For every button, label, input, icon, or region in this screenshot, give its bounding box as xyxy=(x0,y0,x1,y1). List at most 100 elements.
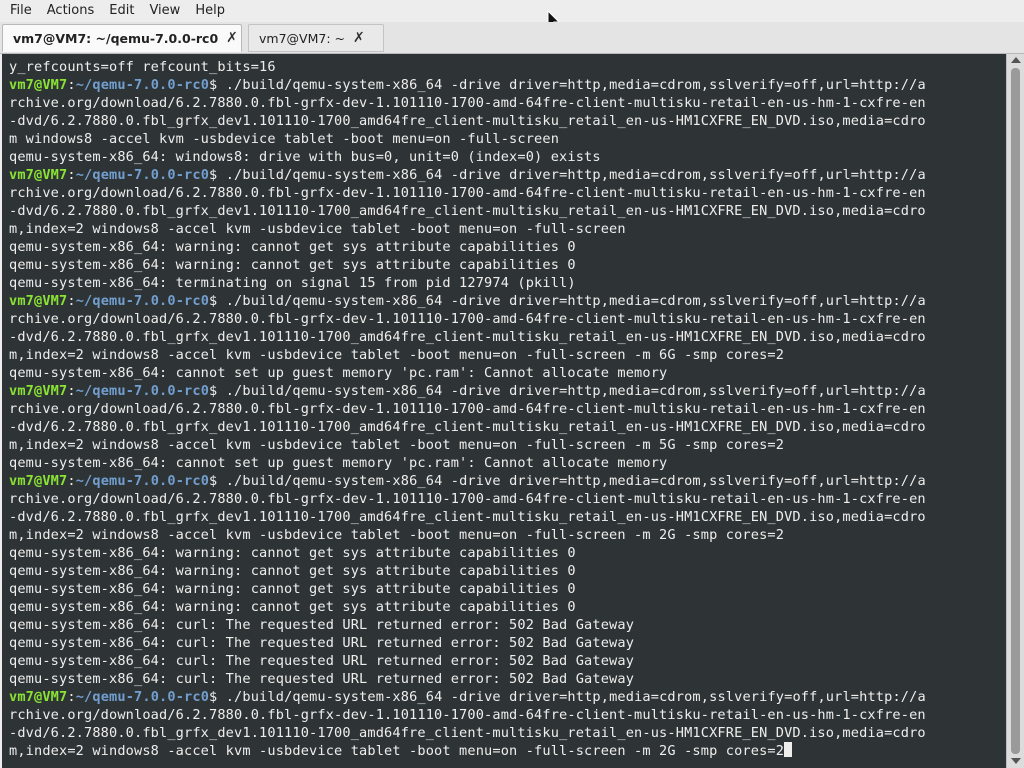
text-cursor xyxy=(784,742,793,757)
prompt-colon: : xyxy=(67,473,76,489)
prompt-dir: ~/qemu-7.0.0-rc0 xyxy=(75,689,210,705)
terminal-line: qemu-system-x86_64: terminating on signa… xyxy=(9,274,1006,292)
terminal-line: -dvd/6.2.7880.0.fbl_grfx_dev1.101110-170… xyxy=(9,328,1006,346)
close-icon[interactable]: ✗ xyxy=(226,30,238,46)
terminal-line: qemu-system-x86_64: windows8: drive with… xyxy=(9,148,1006,166)
terminal-line: qemu-system-x86_64: warning: cannot get … xyxy=(9,562,1006,580)
terminal-line: vm7@VM7:~/qemu-7.0.0-rc0$ ./build/qemu-s… xyxy=(9,472,1006,490)
menu-help[interactable]: Help xyxy=(187,0,232,22)
terminal-line: vm7@VM7:~/qemu-7.0.0-rc0$ ./build/qemu-s… xyxy=(9,292,1006,310)
line-text: qemu-system-x86_64: curl: The requested … xyxy=(9,635,635,651)
line-text: qemu-system-x86_64: windows8: drive with… xyxy=(9,149,601,165)
prompt-user: vm7@VM7 xyxy=(9,167,68,183)
line-text: m,index=2 windows8 -accel kvm -usbdevice… xyxy=(9,527,785,543)
line-text: ./build/qemu-system-x86_64 -drive driver… xyxy=(217,167,926,183)
terminal-line: qemu-system-x86_64: curl: The requested … xyxy=(9,670,1006,688)
menu-bar: File Actions Edit View Help xyxy=(0,0,1024,22)
tab-label: vm7@VM7: ~ xyxy=(259,30,345,46)
tab-home[interactable]: vm7@VM7: ~ ✗ xyxy=(248,24,384,52)
prompt-colon: : xyxy=(67,383,76,399)
line-text: qemu-system-x86_64: warning: cannot get … xyxy=(9,563,576,579)
menu-view[interactable]: View xyxy=(141,0,187,22)
line-text: m,index=2 windows8 -accel kvm -usbdevice… xyxy=(9,221,626,237)
prompt-dir: ~/qemu-7.0.0-rc0 xyxy=(75,77,210,93)
line-text: qemu-system-x86_64: warning: cannot get … xyxy=(9,599,576,615)
prompt-user: vm7@VM7 xyxy=(9,383,68,399)
line-text: qemu-system-x86_64: cannot set up guest … xyxy=(9,455,668,471)
scroll-up-icon[interactable] xyxy=(1011,57,1021,63)
terminal-line: qemu-system-x86_64: curl: The requested … xyxy=(9,652,1006,670)
prompt-dir: ~/qemu-7.0.0-rc0 xyxy=(75,167,210,183)
terminal-line: qemu-system-x86_64: cannot set up guest … xyxy=(9,364,1006,382)
terminal-line: qemu-system-x86_64: curl: The requested … xyxy=(9,616,1006,634)
terminal-line: y_refcounts=off refcount_bits=16 xyxy=(9,58,1006,76)
terminal-line: rchive.org/download/6.2.7880.0.fbl-grfx-… xyxy=(9,310,1006,328)
line-text: qemu-system-x86_64: cannot set up guest … xyxy=(9,365,668,381)
line-text: qemu-system-x86_64: warning: cannot get … xyxy=(9,257,576,273)
line-text: qemu-system-x86_64: terminating on signa… xyxy=(9,275,576,291)
terminal-line: qemu-system-x86_64: curl: The requested … xyxy=(9,634,1006,652)
scrollbar-thumb[interactable] xyxy=(1011,68,1020,754)
terminal-line: rchive.org/download/6.2.7880.0.fbl-grfx-… xyxy=(9,184,1006,202)
line-text: rchive.org/download/6.2.7880.0.fbl-grfx-… xyxy=(9,707,926,723)
line-text: y_refcounts=off refcount_bits=16 xyxy=(9,59,276,75)
terminal-line: m,index=2 windows8 -accel kvm -usbdevice… xyxy=(9,346,1006,364)
scrollbar[interactable] xyxy=(1006,54,1024,768)
line-text: m,index=2 windows8 -accel kvm -usbdevice… xyxy=(9,743,785,759)
line-text: -dvd/6.2.7880.0.fbl_grfx_dev1.101110-170… xyxy=(9,509,926,525)
terminal-line: -dvd/6.2.7880.0.fbl_grfx_dev1.101110-170… xyxy=(9,112,1006,130)
terminal-line: qemu-system-x86_64: warning: cannot get … xyxy=(9,238,1006,256)
prompt-user: vm7@VM7 xyxy=(9,293,68,309)
menu-actions[interactable]: Actions xyxy=(39,0,102,22)
tab-label: vm7@VM7: ~/qemu-7.0.0-rc0 xyxy=(13,30,219,46)
terminal-line: rchive.org/download/6.2.7880.0.fbl-grfx-… xyxy=(9,706,1006,724)
line-text: rchive.org/download/6.2.7880.0.fbl-grfx-… xyxy=(9,401,926,417)
prompt-dir: ~/qemu-7.0.0-rc0 xyxy=(75,293,210,309)
terminal-line: -dvd/6.2.7880.0.fbl_grfx_dev1.101110-170… xyxy=(9,724,1006,742)
terminal-output[interactable]: y_refcounts=off refcount_bits=16 vm7@VM7:… xyxy=(2,54,1006,768)
terminal-line: vm7@VM7:~/qemu-7.0.0-rc0$ ./build/qemu-s… xyxy=(9,166,1006,184)
line-text: m windows8 -accel kvm -usbdevice tablet … xyxy=(9,131,560,147)
prompt-user: vm7@VM7 xyxy=(9,689,68,705)
terminal-line: qemu-system-x86_64: warning: cannot get … xyxy=(9,256,1006,274)
line-text: rchive.org/download/6.2.7880.0.fbl-grfx-… xyxy=(9,185,926,201)
line-text: qemu-system-x86_64: curl: The requested … xyxy=(9,617,635,633)
line-text: m,index=2 windows8 -accel kvm -usbdevice… xyxy=(9,437,785,453)
line-text: qemu-system-x86_64: warning: cannot get … xyxy=(9,239,576,255)
prompt-user: vm7@VM7 xyxy=(9,473,68,489)
line-text: -dvd/6.2.7880.0.fbl_grfx_dev1.101110-170… xyxy=(9,419,926,435)
line-text: qemu-system-x86_64: curl: The requested … xyxy=(9,653,635,669)
menu-file[interactable]: File xyxy=(0,0,39,22)
line-text: ./build/qemu-system-x86_64 -drive driver… xyxy=(217,77,926,93)
line-text: qemu-system-x86_64: warning: cannot get … xyxy=(9,581,576,597)
terminal-line: rchive.org/download/6.2.7880.0.fbl-grfx-… xyxy=(9,400,1006,418)
tab-qemu[interactable]: vm7@VM7: ~/qemu-7.0.0-rc0 ✗ xyxy=(2,24,242,52)
prompt-colon: : xyxy=(67,689,76,705)
line-text: ./build/qemu-system-x86_64 -drive driver… xyxy=(217,383,926,399)
scroll-down-icon[interactable] xyxy=(1011,758,1021,764)
terminal-line: qemu-system-x86_64: cannot set up guest … xyxy=(9,454,1006,472)
terminal-line: vm7@VM7:~/qemu-7.0.0-rc0$ ./build/qemu-s… xyxy=(9,382,1006,400)
prompt-colon: : xyxy=(67,167,76,183)
terminal-line: -dvd/6.2.7880.0.fbl_grfx_dev1.101110-170… xyxy=(9,418,1006,436)
line-text: ./build/qemu-system-x86_64 -drive driver… xyxy=(217,689,926,705)
prompt-colon: : xyxy=(67,77,76,93)
terminal-line: qemu-system-x86_64: warning: cannot get … xyxy=(9,544,1006,562)
line-text: rchive.org/download/6.2.7880.0.fbl-grfx-… xyxy=(9,311,926,327)
line-text: ./build/qemu-system-x86_64 -drive driver… xyxy=(217,293,926,309)
terminal-line: m windows8 -accel kvm -usbdevice tablet … xyxy=(9,130,1006,148)
line-text: rchive.org/download/6.2.7880.0.fbl-grfx-… xyxy=(9,491,926,507)
terminal-line: m,index=2 windows8 -accel kvm -usbdevice… xyxy=(9,526,1006,544)
prompt-dir: ~/qemu-7.0.0-rc0 xyxy=(75,473,210,489)
close-icon[interactable]: ✗ xyxy=(353,30,365,46)
terminal-line: m,index=2 windows8 -accel kvm -usbdevice… xyxy=(9,742,1006,760)
terminal-line: vm7@VM7:~/qemu-7.0.0-rc0$ ./build/qemu-s… xyxy=(9,688,1006,706)
prompt-user: vm7@VM7 xyxy=(9,77,68,93)
line-text: qemu-system-x86_64: curl: The requested … xyxy=(9,671,635,687)
terminal-line: -dvd/6.2.7880.0.fbl_grfx_dev1.101110-170… xyxy=(9,202,1006,220)
terminal-line: qemu-system-x86_64: warning: cannot get … xyxy=(9,580,1006,598)
line-text: ./build/qemu-system-x86_64 -drive driver… xyxy=(217,473,926,489)
menu-edit[interactable]: Edit xyxy=(101,0,141,22)
terminal-line: rchive.org/download/6.2.7880.0.fbl-grfx-… xyxy=(9,490,1006,508)
terminal-line: rchive.org/download/6.2.7880.0.fbl-grfx-… xyxy=(9,94,1006,112)
